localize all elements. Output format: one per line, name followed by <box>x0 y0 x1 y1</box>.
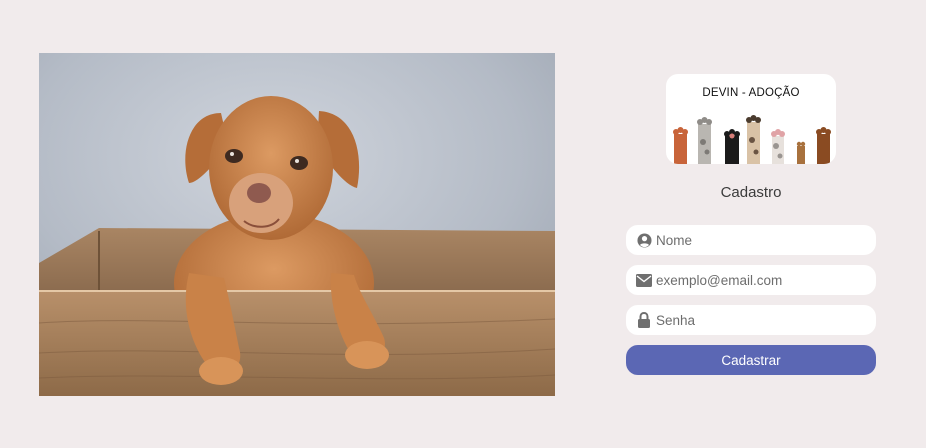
name-field[interactable] <box>626 225 876 255</box>
paws-illustration <box>673 115 831 164</box>
signup-page: DEVIN - ADOÇÃO Cadastro Nome exemplo@ema… <box>0 0 926 448</box>
password-field[interactable] <box>626 305 876 335</box>
logo-card: DEVIN - ADOÇÃO <box>666 74 836 164</box>
register-button[interactable]: Cadastrar <box>626 345 876 375</box>
email-field[interactable] <box>626 265 876 295</box>
form-title: Cadastro <box>720 184 782 201</box>
name-input[interactable] <box>656 232 856 248</box>
envelope-icon <box>636 272 652 288</box>
paw-6 <box>796 141 806 164</box>
user-circle-icon <box>636 232 652 248</box>
password-input[interactable] <box>656 312 856 328</box>
paw-3 <box>724 129 740 164</box>
logo-title: DEVIN - ADOÇÃO <box>702 87 800 99</box>
paw-7 <box>816 127 831 164</box>
paw-1 <box>673 127 688 164</box>
lock-icon <box>636 312 652 328</box>
paw-2 <box>697 117 712 164</box>
email-input[interactable] <box>656 272 856 288</box>
paw-5 <box>771 129 785 164</box>
hero-image <box>39 53 555 396</box>
paw-4 <box>746 115 761 164</box>
